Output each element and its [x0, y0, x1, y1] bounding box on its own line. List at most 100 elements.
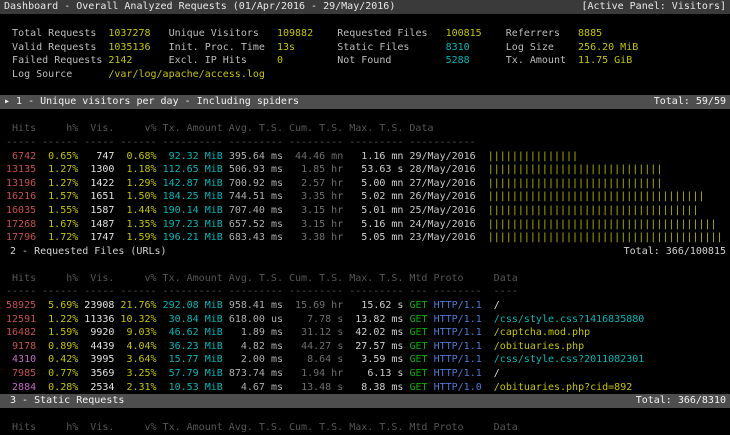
summary-row: Valid Requests 1035136 Init. Proc. Time …	[0, 41, 730, 55]
visitors-cell: 1587	[78, 205, 114, 216]
hits-percent-cell: 1.59%	[36, 327, 78, 338]
cum-ts-cell: 3.38 hr	[283, 232, 343, 243]
summary-value: 256.20 MiB	[578, 42, 650, 53]
cum-ts-cell: 7.78 s	[283, 314, 343, 325]
summary-label: Valid Requests	[12, 42, 108, 53]
hits-bar: |||||||||||||||	[476, 151, 578, 162]
avg-ts-cell: 506.93 ms	[223, 164, 283, 175]
visitors-percent-cell: 1.59%	[114, 232, 156, 243]
visitors-percent-cell: 3.64%	[114, 354, 156, 365]
summary-label: Failed Requests	[12, 55, 108, 66]
request-row[interactable]: 12591 1.22% 11336 10.32% 30.84 MiB 618.0…	[0, 313, 730, 327]
summary-label: Excl. IP Hits	[169, 55, 277, 66]
protocol-cell: HTTP/1.1	[428, 314, 482, 325]
visitors-percent-cell: 9.03%	[114, 327, 156, 338]
hits-cell: 13135	[0, 164, 36, 175]
hits-cell: 6742	[0, 151, 36, 162]
date-cell: 25/May/2016	[403, 205, 475, 216]
avg-ts-cell: 2.00 ms	[223, 354, 283, 365]
method-cell: GET	[403, 314, 427, 325]
panel-header-visitors[interactable]: ▸1 - Unique visitors per day - Including…	[0, 95, 730, 109]
date-cell: 28/May/2016	[403, 164, 475, 175]
max-ts-cell: 53.63 s	[343, 164, 403, 175]
visitor-row[interactable]: 17796 1.72% 1747 1.59% 196.21 MiB 683.43…	[0, 231, 730, 245]
visitors-cell: 1422	[78, 178, 114, 189]
indent	[0, 42, 12, 53]
hits-cell: 13196	[0, 178, 36, 189]
url-cell: /css/style.css?1416835880	[482, 314, 645, 325]
tx-amount-cell: 46.62 MiB	[157, 327, 223, 338]
visitors-percent-cell: 1.18%	[114, 164, 156, 175]
active-panel-indicator: [Active Panel: Visitors]	[582, 0, 727, 14]
protocol-cell: HTTP/1.1	[428, 300, 482, 311]
cum-ts-cell: 2.57 hr	[283, 178, 343, 189]
avg-ts-cell: 873.74 ms	[223, 368, 283, 379]
visitor-row[interactable]: 17268 1.67% 1487 1.35% 197.23 MiB 657.52…	[0, 218, 730, 232]
hits-cell: 2884	[0, 382, 36, 393]
max-ts-cell: 3.59 ms	[343, 354, 403, 365]
visitors-percent-cell: 21.76%	[114, 300, 156, 311]
protocol-cell: HTTP/1.0	[428, 382, 482, 393]
visitors-percent-cell: 1.44%	[114, 205, 156, 216]
visitors-cell: 11336	[78, 314, 114, 325]
column-header-row: Hits h% Vis. v% Tx. Amount Avg. T.S. Cum…	[0, 122, 730, 136]
panel-header-requests[interactable]: 2 - Requested Files (URLs) Total: 366/10…	[0, 245, 730, 259]
summary-value: 13s	[277, 42, 337, 53]
tx-amount-cell: 36.23 MiB	[157, 341, 223, 352]
title-bar: Dashboard - Overall Analyzed Requests (0…	[0, 0, 730, 14]
url-cell: /obituaries.php?cid=892	[482, 382, 633, 393]
visitor-row[interactable]: 16035 1.55% 1587 1.44% 190.14 MiB 707.40…	[0, 204, 730, 218]
hits-bar: |||||||||||||||||||||||||||||	[476, 178, 663, 189]
summary-value: 11.75 GiB	[578, 55, 650, 66]
max-ts-cell: 5.00 mn	[343, 178, 403, 189]
hits-cell: 58925	[0, 300, 36, 311]
method-cell: GET	[403, 368, 427, 379]
protocol-cell: HTTP/1.1	[428, 368, 482, 379]
hits-percent-cell: 1.27%	[36, 178, 78, 189]
column-headers: Hits h% Vis. v% Tx. Amount Avg. T.S. Cum…	[0, 123, 433, 134]
hits-percent-cell: 0.28%	[36, 382, 78, 393]
panel-total: Total: 366/100815	[624, 245, 726, 259]
url-cell: /obituaries.php	[482, 341, 584, 352]
visitors-cell: 1487	[78, 219, 114, 230]
visitors-percent-cell: 1.50%	[114, 191, 156, 202]
cum-ts-cell: 1.85 hr	[283, 164, 343, 175]
request-row[interactable]: 4310 0.42% 3995 3.64% 15.77 MiB 2.00 ms …	[0, 353, 730, 367]
spacer	[0, 109, 730, 123]
header-divider: ----- ------ ----- ------ ---------- ---…	[0, 137, 476, 148]
indent	[0, 69, 12, 80]
visitor-row[interactable]: 13196 1.27% 1422 1.29% 142.87 MiB 700.92…	[0, 177, 730, 191]
max-ts-cell: 42.02 ms	[343, 327, 403, 338]
cum-ts-cell: 31.12 s	[283, 327, 343, 338]
request-row[interactable]: 9178 0.89% 4439 4.04% 36.23 MiB 4.82 ms …	[0, 340, 730, 354]
avg-ts-cell: 1.89 ms	[223, 327, 283, 338]
tx-amount-cell: 190.14 MiB	[157, 205, 223, 216]
date-cell: 26/May/2016	[403, 191, 475, 202]
visitor-row[interactable]: 16216 1.57% 1651 1.50% 184.25 MiB 744.51…	[0, 190, 730, 204]
header-divider-row: ----- ------ ----- ------ ---------- ---…	[0, 285, 730, 299]
request-row[interactable]: 2884 0.28% 2534 2.31% 10.53 MiB 4.67 ms …	[0, 381, 730, 395]
max-ts-cell: 27.57 ms	[343, 341, 403, 352]
visitors-percent-cell: 4.04%	[114, 341, 156, 352]
visitor-row[interactable]: 13135 1.27% 1300 1.18% 112.65 MiB 506.93…	[0, 163, 730, 177]
panel-header-static[interactable]: 3 - Static Requests Total: 366/8310	[0, 394, 730, 408]
hits-percent-cell: 1.27%	[36, 164, 78, 175]
visitors-cell: 23908	[78, 300, 114, 311]
active-panel-arrow-icon: ▸	[4, 96, 10, 107]
summary-label: Static Files	[337, 42, 445, 53]
date-cell: 27/May/2016	[403, 178, 475, 189]
summary-label: Tx. Amount	[506, 55, 578, 66]
cum-ts-cell: 13.48 s	[283, 382, 343, 393]
visitors-cell: 747	[78, 151, 114, 162]
url-cell: /	[482, 368, 500, 379]
avg-ts-cell: 744.51 ms	[223, 191, 283, 202]
panel-total: Total: 59/59	[654, 95, 726, 109]
method-cell: GET	[403, 300, 427, 311]
visitor-row[interactable]: 6742 0.65% 747 0.68% 92.32 MiB 395.64 ms…	[0, 150, 730, 164]
request-row[interactable]: 7985 0.77% 3569 3.25% 57.79 MiB 873.74 m…	[0, 367, 730, 381]
summary-stats: Total Requests 1037278 Unique Visitors 1…	[0, 27, 730, 81]
hits-cell: 16216	[0, 191, 36, 202]
tx-amount-cell: 57.79 MiB	[157, 368, 223, 379]
request-row[interactable]: 58925 5.69% 23908 21.76% 292.08 MiB 958.…	[0, 299, 730, 313]
request-row[interactable]: 16482 1.59% 9920 9.03% 46.62 MiB 1.89 ms…	[0, 326, 730, 340]
